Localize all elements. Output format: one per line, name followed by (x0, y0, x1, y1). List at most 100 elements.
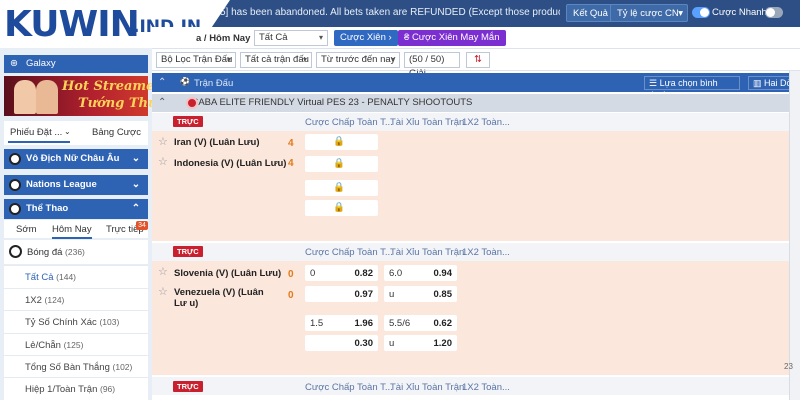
streamer-avatar (14, 80, 36, 114)
chevron-down-icon: ▾ (678, 8, 683, 19)
category-label: Thể Thao (26, 203, 69, 214)
galaxy-icon: ⊛ (10, 58, 18, 69)
league-flag-icon (186, 97, 198, 109)
quick-bet-toggle[interactable] (692, 7, 710, 18)
category-euro-women[interactable]: Vô Địch Nữ Châu Âu ⌄ (4, 149, 148, 169)
market-select[interactable]: Tất Cả ▾ (254, 30, 328, 46)
tab-early[interactable]: Sớm (16, 224, 36, 235)
category-label: Vô Địch Nữ Châu Âu (26, 153, 120, 164)
favorite-star-icon[interactable]: ☆ (158, 265, 168, 278)
handicap-odd-cell[interactable]: 0.30 (305, 335, 378, 351)
match-filter-select[interactable]: Tất cả trận đấu ▾ (240, 52, 312, 68)
page-number: 23 (784, 362, 793, 371)
favorite-star-icon[interactable]: ☆ (158, 285, 168, 298)
col-over-under: Tài Xỉu Toàn Trận (390, 382, 465, 393)
odds-type-label: Tỷ lệ cược CN (617, 8, 679, 19)
soccer-ball-icon: ⚽ (180, 77, 190, 86)
league-header[interactable]: SABA ELITE FRIENDLY Virtual PES 23 - PEN… (152, 94, 800, 112)
home-score: 4 (288, 138, 294, 149)
ticket-icon: ₴ (404, 32, 410, 43)
soccer-ball-icon (9, 203, 21, 215)
parlay-button[interactable]: Cược Xiên › (334, 30, 398, 46)
live-tag: TRỰC (173, 381, 203, 392)
tab-betslip[interactable]: Phiếu Đặt ... (10, 127, 62, 138)
over-under-odd-cell[interactable]: u 1.20 (384, 335, 457, 351)
soccer-ball-icon (9, 153, 21, 165)
banner-title: Hot Streamer (62, 79, 162, 94)
category-sports[interactable]: Thể Thao ⌃ (4, 199, 148, 219)
galaxy-banner[interactable]: ⊛ Galaxy (4, 55, 148, 73)
tab-active-indicator (8, 141, 70, 143)
menu-item-all[interactable]: Tất Cả (144) (4, 265, 148, 288)
chevron-down-icon: ⌄ (131, 179, 141, 190)
collapse-icon[interactable]: ⌃ (158, 77, 166, 88)
list-icon: ☰ (649, 78, 658, 88)
locked-odd: 🔒 (305, 180, 378, 196)
vertical-scrollbar[interactable] (789, 71, 800, 400)
galaxy-label: Galaxy (26, 58, 56, 69)
chevron-down-icon: ▾ (226, 55, 231, 64)
chevron-down-icon: ▾ (302, 55, 307, 64)
lock-icon: 🔒 (333, 158, 345, 169)
logo[interactable]: KUWIN (4, 4, 140, 45)
columns-icon: ▥ (753, 78, 762, 88)
category-nations-league[interactable]: Nations League ⌄ (4, 175, 148, 195)
chevron-up-icon: ⌃ (131, 203, 141, 214)
league-count-select[interactable]: (50 / 50) Giải (404, 52, 460, 79)
sort-order-icon[interactable]: ⇅ (466, 52, 490, 68)
col-over-under: Tài Xỉu Toàn Trận (390, 247, 465, 258)
night-mode-toggle[interactable] (765, 7, 783, 18)
quick-bet-label: Cược Nhanh (712, 7, 767, 18)
home-team: Slovenia (V) (Luân Lưu) (174, 268, 282, 279)
locked-odd: 🔒 (305, 156, 378, 172)
away-score: 0 (288, 290, 294, 301)
results-button[interactable]: Kết Quả (566, 4, 615, 22)
sport-label: Bóng đá (236) (27, 247, 85, 258)
col-handicap: Cược Chấp Toàn T... (305, 247, 393, 258)
collapse-icon[interactable]: ⌃ (158, 97, 166, 108)
locked-odd: 🔒 (305, 134, 378, 150)
locked-odd: 🔒 (305, 200, 378, 216)
odds-type-select[interactable]: Tỷ lệ cược CN ▾ (610, 4, 688, 22)
col-handicap: Cược Chấp Toàn T... (305, 117, 393, 128)
streamer-avatar (36, 80, 58, 114)
tab-bet-list[interactable]: Bảng Cược (92, 127, 141, 138)
chevron-down-icon: ⌄ (131, 153, 141, 164)
sort-select[interactable]: Từ trước đến nay ▾ (316, 52, 400, 68)
col-1x2: 1X2 Toàn... (462, 117, 510, 128)
lock-icon: 🔒 (333, 136, 345, 147)
favorite-star-icon[interactable]: ☆ (158, 135, 168, 148)
home-score: 0 (288, 269, 294, 280)
handicap-odd-cell[interactable]: 1.5 1.96 (305, 315, 378, 331)
lucky-parlay-button[interactable]: ₴ Cược Xiên May Mắn (398, 30, 506, 46)
chevron-down-icon: ▾ (318, 33, 323, 42)
soccer-ball-icon (9, 245, 22, 258)
matches-title: Trận Đấu (194, 78, 234, 89)
col-1x2: 1X2 Toàn... (462, 382, 510, 393)
live-tag: TRỰC (173, 116, 203, 127)
menu-item-odd-even[interactable]: Lẻ/Chẵn (125) (4, 333, 148, 356)
league-filter-select[interactable]: Bộ Lọc Trận Đấu ▾ (156, 52, 236, 68)
menu-item-1x2[interactable]: 1X2 (124) (4, 288, 148, 311)
over-under-odd-cell[interactable]: u 0.85 (384, 286, 457, 302)
handicap-odd-cell[interactable]: 0.97 (305, 286, 378, 302)
menu-item-ht-ft[interactable]: Hiệp 1/Toàn Trận (96) (4, 377, 148, 400)
away-score: 4 (288, 158, 294, 169)
live-count-badge: 34 (136, 221, 148, 230)
odds-view-select[interactable]: ☰ Lựa chọn bình thường ▾ (644, 76, 740, 100)
col-over-under: Tài Xỉu Toàn Trận (390, 117, 465, 128)
announcement-marquee: 5] has been abandoned. All bets taken ar… (220, 7, 560, 18)
over-under-odd-cell[interactable]: 5.5/6 0.62 (384, 315, 457, 331)
col-handicap: Cược Chấp Toàn T... (305, 382, 393, 393)
tab-today[interactable]: Hôm Nay (52, 224, 92, 239)
handicap-odd-cell[interactable]: 0 0.82 (305, 265, 378, 281)
over-under-odd-cell[interactable]: 6.0 0.94 (384, 265, 457, 281)
away-team: Indonesia (V) (Luân Lưu) (174, 158, 287, 169)
col-1x2: 1X2 Toàn... (462, 247, 510, 258)
chevron-down-icon[interactable]: ⌄ (64, 127, 71, 136)
favorite-star-icon[interactable]: ☆ (158, 155, 168, 168)
chevron-right-icon: › (388, 32, 392, 43)
home-team: Iran (V) (Luân Lưu) (174, 137, 260, 148)
menu-item-correct-score[interactable]: Tỷ Số Chính Xác (103) (4, 310, 148, 333)
menu-item-total-goals[interactable]: Tổng Số Bàn Thắng (102) (4, 355, 148, 378)
